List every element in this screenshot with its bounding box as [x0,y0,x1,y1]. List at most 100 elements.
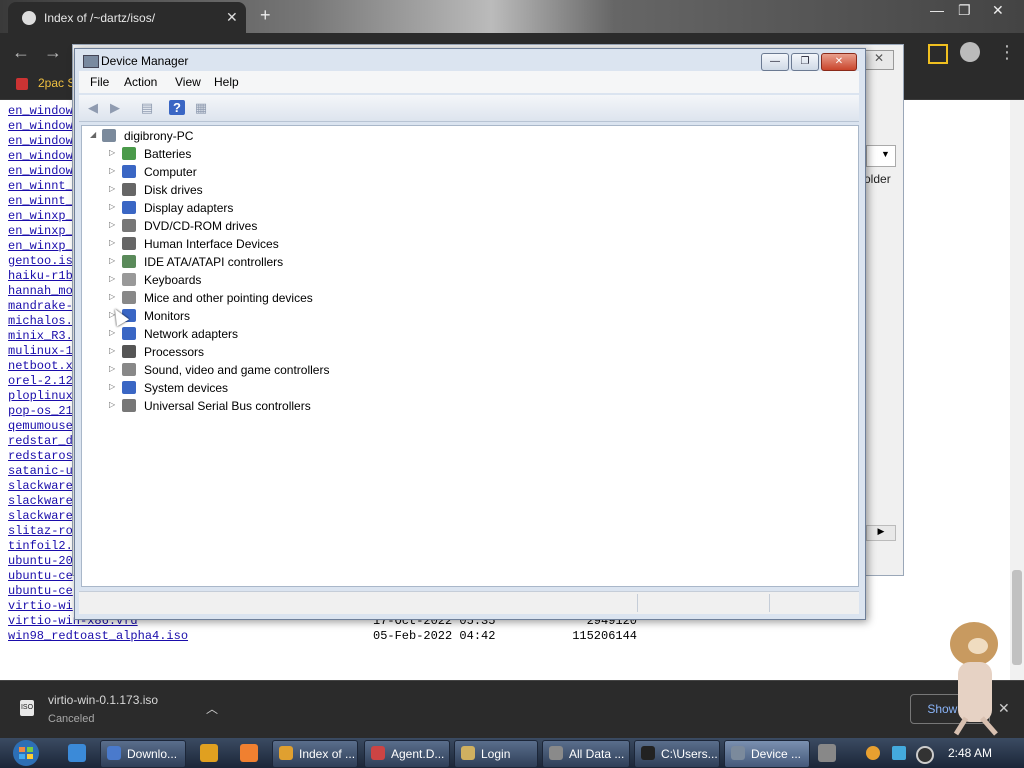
expand-arrow-icon[interactable]: ▷ [109,274,115,283]
file-link[interactable]: redstaros [8,449,73,463]
tree-category-node[interactable]: ▷ Computer [82,163,382,181]
tree-category-node[interactable]: ▷ Mice and other pointing devices [82,289,382,307]
internet-explorer-icon[interactable] [68,744,86,762]
expand-arrow-icon[interactable]: ▷ [109,184,115,193]
file-link[interactable]: mulinux-1 [8,344,73,358]
file-link[interactable]: michalos. [8,314,73,328]
file-link[interactable]: slackware [8,479,73,493]
browser-close-button[interactable]: ✕ [992,2,1004,19]
expand-arrow-icon[interactable]: ▷ [109,382,115,391]
tree-category-node[interactable]: ▷ Universal Serial Bus controllers [82,397,382,415]
back-icon[interactable]: ◀ [85,100,101,115]
file-link[interactable]: en_window [8,149,73,163]
file-link[interactable]: win98_redtoast_alpha4.iso [8,629,188,643]
browser-minimize-button[interactable]: — [930,2,944,18]
menu-help[interactable]: Help [214,75,239,89]
tree-category-node[interactable]: ▷ DVD/CD-ROM drives [82,217,382,235]
file-link[interactable]: qemumouse [8,419,73,433]
expand-arrow-icon[interactable]: ▷ [109,238,115,247]
tree-category-node[interactable]: ▷ IDE ATA/ATAPI controllers [82,253,382,271]
file-link[interactable]: en_winnt_ [8,194,73,208]
start-button[interactable] [8,738,44,768]
file-link[interactable]: orel-2.12 [8,374,73,388]
expand-arrow-icon[interactable]: ▷ [109,220,115,229]
tree-category-node[interactable]: ▷ Network adapters [82,325,382,343]
taskbar-task-button[interactable]: Agent.D... [364,740,450,768]
tray-app-icon[interactable] [818,744,836,762]
file-link[interactable]: slackware [8,494,73,508]
tree-category-node[interactable]: ▷ Display adapters [82,199,382,217]
dm-maximize-button[interactable]: ❐ [791,53,819,71]
taskbar-task-button[interactable]: Index of ... [272,740,358,768]
browser-restore-button[interactable]: ❐ [958,2,971,19]
dm-minimize-button[interactable]: — [761,53,789,71]
file-link[interactable]: en_window [8,104,73,118]
file-link[interactable]: virtio-wi [8,599,73,613]
file-link[interactable]: en_window [8,134,73,148]
expand-arrow-icon[interactable]: ▷ [109,292,115,301]
search-tray-icon[interactable] [866,746,880,760]
expand-arrow-icon[interactable]: ▷ [109,256,115,265]
file-link[interactable]: hannah_mo [8,284,73,298]
page-scroll-thumb[interactable] [1012,570,1022,665]
paint-icon[interactable] [240,744,258,762]
tree-category-node[interactable]: ▷ Processors [82,343,382,361]
expand-arrow-icon[interactable]: ▷ [109,148,115,157]
extension-icon[interactable] [928,44,948,64]
dm-close-button[interactable]: ✕ [821,53,857,71]
file-link[interactable]: en_winnt_ [8,179,73,193]
scan-hardware-icon[interactable]: ▦ [193,100,209,115]
tree-category-node[interactable]: ▷ Disk drives [82,181,382,199]
taskbar-task-button[interactable]: C:\Users... [634,740,720,768]
file-link[interactable]: satanic-u [8,464,73,478]
taskbar-task-button[interactable]: Downlo... [100,740,186,768]
forward-icon[interactable]: ▶ [107,100,123,115]
tree-category-node[interactable]: ▷ Sound, video and game controllers [82,361,382,379]
file-link[interactable]: netboot.x [8,359,73,373]
expand-arrow-icon[interactable]: ▷ [109,166,115,175]
expand-arrow-icon[interactable]: ▷ [109,328,115,337]
help-icon[interactable]: ? [169,100,185,115]
taskbar-clock[interactable]: 2:48 AM [948,746,992,760]
collapse-arrow-icon[interactable]: ◢ [90,130,96,139]
file-link[interactable]: pop-os_21 [8,404,73,418]
file-link[interactable]: ploplinux [8,389,73,403]
background-dialog-scroll-right-icon[interactable]: ▶ [866,525,896,541]
network-tray-icon[interactable] [892,746,906,760]
tab-close-icon[interactable]: ✕ [226,9,238,26]
file-link[interactable]: en_winxp_ [8,209,73,223]
expand-arrow-icon[interactable]: ▷ [109,202,115,211]
menu-action[interactable]: Action [124,75,157,89]
expand-arrow-icon[interactable]: ▷ [109,364,115,373]
file-link[interactable]: mandrake- [8,299,73,313]
file-link[interactable]: en_window [8,164,73,178]
expand-arrow-icon[interactable]: ▷ [109,400,115,409]
tree-category-node[interactable]: ▷ System devices [82,379,382,397]
file-link[interactable]: en_window [8,119,73,133]
taskbar-task-button[interactable]: All Data ... [542,740,630,768]
file-link[interactable]: en_winxp_ [8,224,73,238]
file-link[interactable]: slitaz-ro [8,524,73,538]
browser-tab-active[interactable]: Index of /~dartz/isos/ ✕ [8,2,246,33]
media-player-icon[interactable] [200,744,218,762]
chevron-up-icon[interactable]: ︿ [206,700,218,717]
tree-root-node[interactable]: ◢ digibrony-PC [82,127,332,145]
properties-icon[interactable]: ▤ [139,100,155,115]
back-arrow-icon[interactable]: ← [12,42,30,63]
file-link[interactable]: gentoo.is [8,254,73,268]
bookmark-item[interactable]: 2pac S [38,76,75,90]
tree-category-node[interactable]: ▷ Keyboards [82,271,382,289]
tree-category-node[interactable]: ▷ Human Interface Devices [82,235,382,253]
file-link[interactable]: tinfoil2. [8,539,73,553]
profile-avatar-icon[interactable] [960,42,980,62]
file-link[interactable]: en_winxp_ [8,239,73,253]
background-dialog-close-button[interactable]: ✕ [864,50,894,70]
background-dialog-combo[interactable]: ▼ [866,145,896,167]
file-link[interactable]: haiku-r1b [8,269,73,283]
forward-arrow-icon[interactable]: → [44,42,62,63]
expand-arrow-icon[interactable]: ▷ [109,346,115,355]
taskbar-task-button[interactable]: Device ... [724,740,810,768]
file-link[interactable]: ubuntu-ce [8,569,73,583]
new-tab-button[interactable]: + [260,5,271,26]
menu-view[interactable]: View [175,75,201,89]
